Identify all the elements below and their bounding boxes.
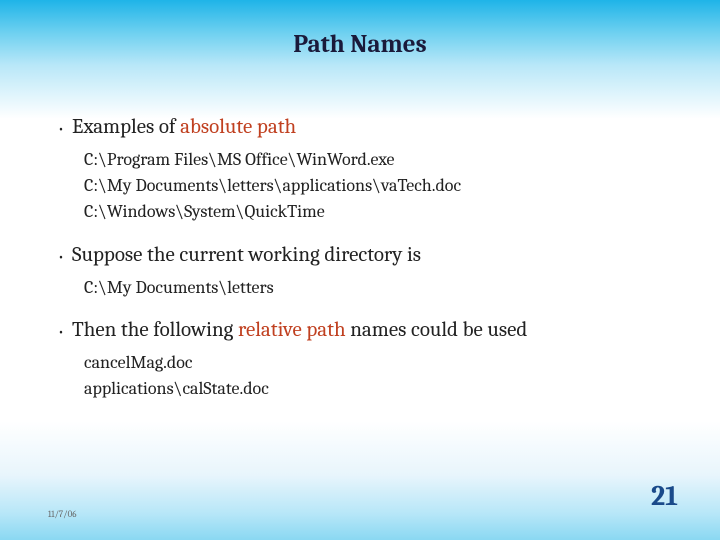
footer-date: 11/7/06 xyxy=(48,510,76,520)
bullet-text: Suppose the current working directory is xyxy=(72,242,421,269)
sub-lines: C:\Program Files\MS Office\WinWord.exe C… xyxy=(50,147,670,225)
path-example: applications\calState.doc xyxy=(84,376,670,402)
slide-body: • Examples of absolute path C:\Program F… xyxy=(0,59,720,402)
bullet-item: • Suppose the current working directory … xyxy=(50,242,670,269)
bullet-text: Examples of absolute path xyxy=(72,114,296,141)
path-example: C:\Windows\System\QuickTime xyxy=(84,199,670,225)
bullet-dot-icon: • xyxy=(50,248,72,265)
page-number: 21 xyxy=(651,480,678,512)
bullet-item: • Examples of absolute path xyxy=(50,114,670,141)
highlight-term: absolute path xyxy=(180,115,296,139)
sub-lines: C:\My Documents\letters xyxy=(50,275,670,301)
highlight-term: relative path xyxy=(238,318,346,342)
path-example: cancelMag.doc xyxy=(84,350,670,376)
slide-title: Path Names xyxy=(0,0,720,59)
bullet-dot-icon: • xyxy=(50,323,72,340)
bullet-text: Then the following relative path names c… xyxy=(72,317,527,344)
path-example: C:\Program Files\MS Office\WinWord.exe xyxy=(84,147,670,173)
sub-lines: cancelMag.doc applications\calState.doc xyxy=(50,350,670,402)
path-example: C:\My Documents\letters xyxy=(84,275,670,301)
path-example: C:\My Documents\letters\applications\vaT… xyxy=(84,173,670,199)
bullet-dot-icon: • xyxy=(50,120,72,137)
bullet-item: • Then the following relative path names… xyxy=(50,317,670,344)
